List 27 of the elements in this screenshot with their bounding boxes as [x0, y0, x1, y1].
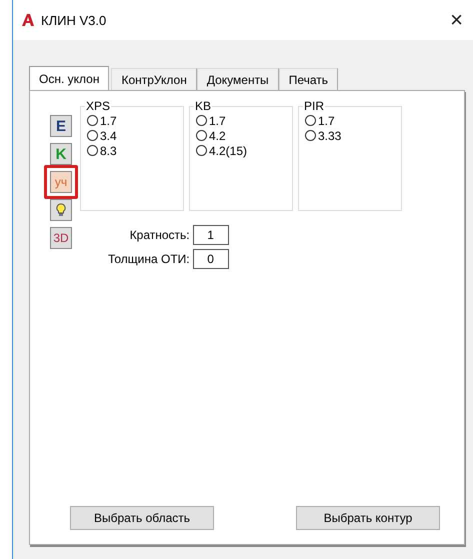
field-label: Кратность: [128, 228, 190, 242]
input-field[interactable]: 0 [192, 249, 229, 269]
group-title: XPS [85, 99, 112, 113]
radio-option[interactable]: 3.4 [87, 128, 183, 143]
radio-option[interactable]: 1.7 [196, 113, 292, 128]
close-button[interactable]: × [446, 7, 467, 33]
3d-tool-button[interactable]: 3D [50, 227, 72, 249]
group-title: KB [194, 99, 212, 113]
radio-option[interactable]: 1.7 [305, 113, 401, 128]
radio-option[interactable]: 8.3 [87, 143, 183, 158]
radio-option[interactable]: 1.7 [87, 113, 183, 128]
lightbulb-button[interactable] [50, 199, 72, 221]
select-button[interactable]: Выбрать контур [296, 506, 440, 530]
group-title: PIR [303, 99, 326, 113]
tab[interactable]: КонтрУклон [111, 68, 197, 90]
field-label: Толщина ОТИ: [108, 252, 190, 266]
tab[interactable]: Печать [278, 68, 338, 90]
window-title: КЛИН V3.0 [41, 12, 108, 28]
tab[interactable]: Документы [196, 68, 279, 90]
select-button[interactable]: Выбрать область [70, 506, 214, 530]
radio-option[interactable]: 4.2(15) [196, 143, 292, 158]
input-field[interactable]: 1 [192, 225, 229, 245]
letter-tool-button[interactable]: E [50, 115, 72, 137]
tab[interactable]: Осн. уклон [29, 66, 110, 90]
radio-option[interactable]: 3.33 [305, 128, 401, 143]
radio-option[interactable]: 4.2 [196, 128, 292, 143]
app-logo-icon [21, 13, 35, 27]
